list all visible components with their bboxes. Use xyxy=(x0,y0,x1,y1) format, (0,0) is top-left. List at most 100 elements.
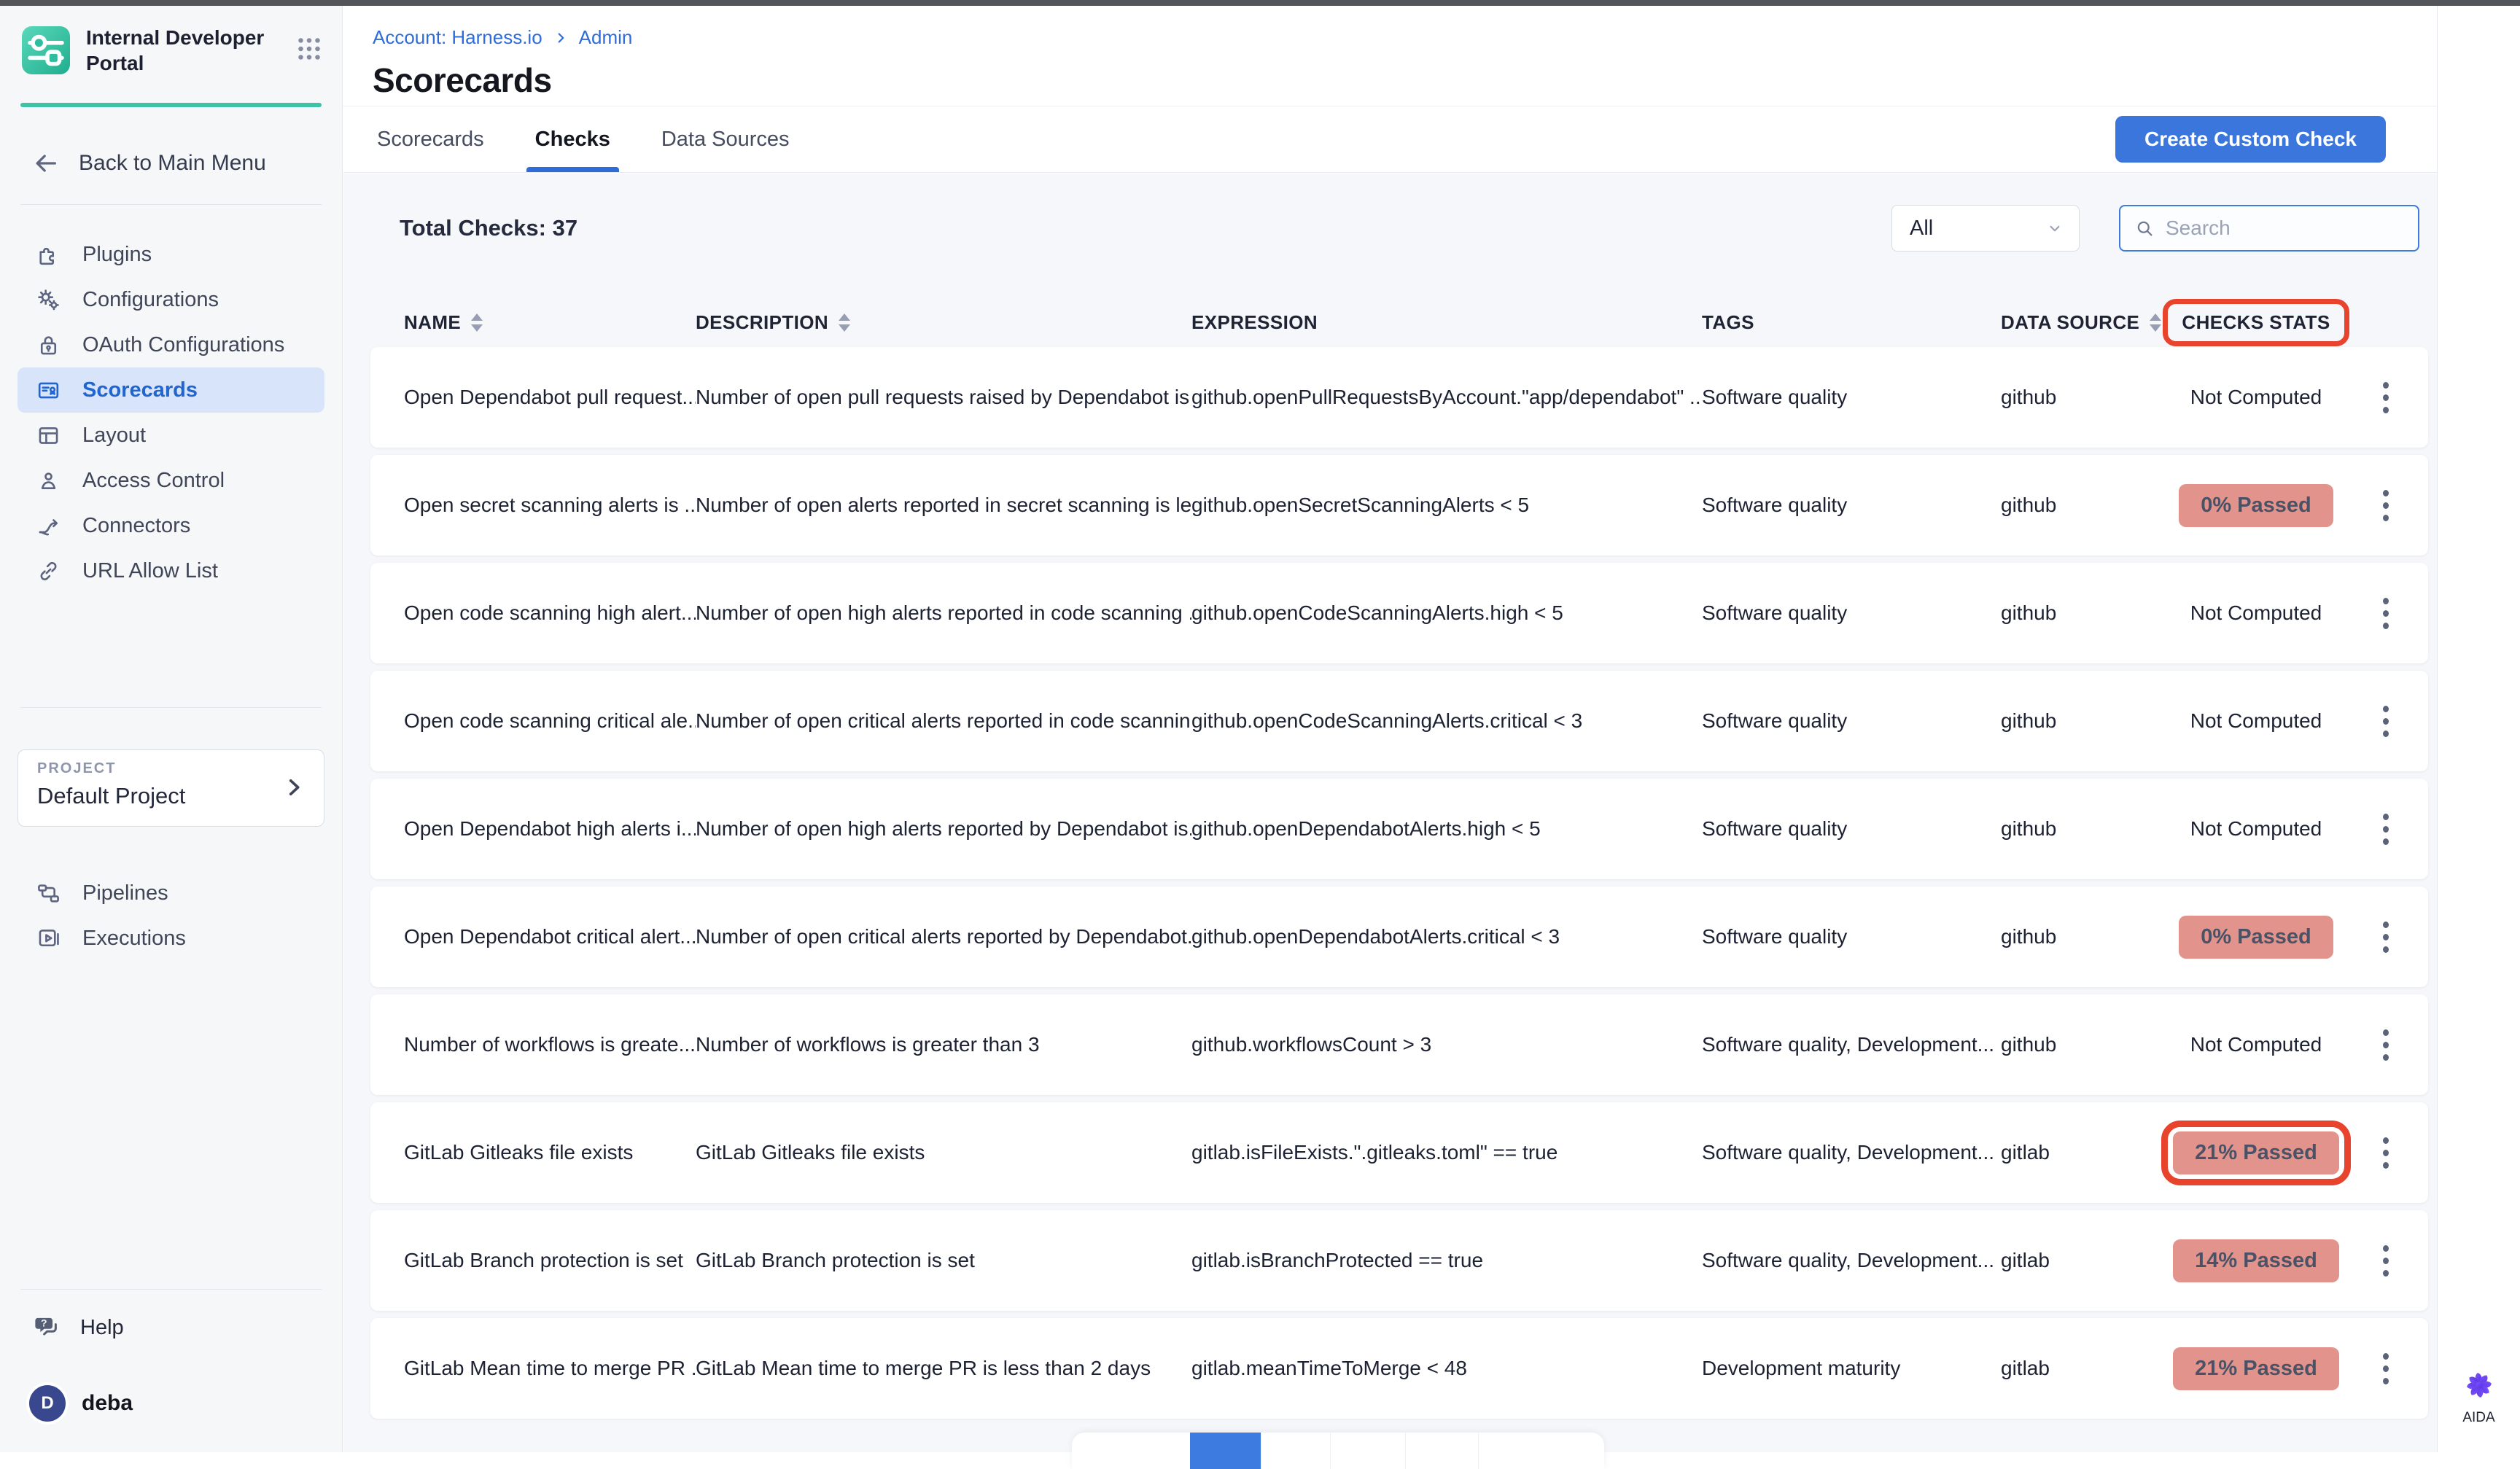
window-top-bar xyxy=(0,0,2520,6)
toolbar: Total Checks: 37 All xyxy=(400,205,2419,252)
sidebar-item-access-control[interactable]: Access Control xyxy=(18,458,324,503)
table-row[interactable]: Open code scanning critical ale...Number… xyxy=(370,671,2428,771)
sidebar-item-executions[interactable]: Executions xyxy=(18,916,324,961)
breadcrumb-link[interactable]: Account: Harness.io xyxy=(373,26,542,49)
table-row[interactable]: Number of workflows is greate...Number o… xyxy=(370,994,2428,1095)
tab-bar: Scorecards Checks Data Sources Create Custo… xyxy=(343,106,2437,173)
app-grid-icon[interactable] xyxy=(292,32,326,69)
pagination-segment[interactable] xyxy=(1072,1433,1190,1469)
table-row[interactable]: Open secret scanning alerts is ...Number… xyxy=(370,455,2428,556)
row-menu-icon[interactable] xyxy=(2365,921,2406,953)
tab-checks[interactable]: Checks xyxy=(531,106,615,172)
filter-select[interactable]: All xyxy=(1891,205,2080,252)
row-menu-icon[interactable] xyxy=(2365,1137,2406,1169)
back-to-main-menu[interactable]: Back to Main Menu xyxy=(31,149,266,178)
check-description: Number of open pull requests raised by D… xyxy=(696,386,1191,409)
row-menu-icon[interactable] xyxy=(2365,1353,2406,1384)
check-data-source: gitlab xyxy=(2001,1141,2147,1164)
table-row[interactable]: Open Dependabot high alerts i...Number o… xyxy=(370,779,2428,879)
check-description: Number of open high alerts reported in c… xyxy=(696,601,1191,625)
status-text: Not Computed xyxy=(2190,1033,2322,1056)
tab-scorecards[interactable]: Scorecards xyxy=(373,106,489,172)
sidebar-item-label: Configurations xyxy=(82,288,219,312)
status-badge: 0% Passed xyxy=(2179,484,2333,527)
pagination-segment[interactable] xyxy=(1478,1433,1604,1469)
help-button[interactable]: ? Help xyxy=(32,1312,124,1343)
sidebar-item-plugins[interactable]: Plugins xyxy=(18,232,324,277)
svg-text:?: ? xyxy=(41,1317,47,1329)
column-label: CHECKS STATS xyxy=(2182,311,2330,334)
tab-data-sources[interactable]: Data Sources xyxy=(657,106,794,172)
column-header-description: DESCRIPTION xyxy=(696,311,1191,334)
pagination-active-page[interactable] xyxy=(1190,1433,1261,1469)
search-input[interactable] xyxy=(2166,217,2405,240)
check-tags: Software quality, Development... xyxy=(1702,1249,2001,1272)
aida-button[interactable]: AIDA xyxy=(2438,1366,2520,1426)
row-menu-icon[interactable] xyxy=(2365,1029,2406,1061)
check-expression: gitlab.isFileExists.".gitleaks.toml" == … xyxy=(1191,1141,1702,1164)
sidebar-item-pipelines[interactable]: Pipelines xyxy=(18,870,324,916)
column-header-checks-stats: CHECKS STATS xyxy=(2147,311,2365,334)
pagination-segment[interactable] xyxy=(1261,1433,1330,1469)
sidebar-item-oauth-configurations[interactable]: OAuth Configurations xyxy=(18,322,324,367)
checks-stats-cell: 0% Passed xyxy=(2147,484,2365,527)
aida-flower-icon xyxy=(2460,1366,2498,1404)
check-tags: Software quality xyxy=(1702,709,2001,733)
pagination xyxy=(1072,1433,1604,1469)
sidebar-item-scorecards[interactable]: Scorecards xyxy=(18,367,324,413)
check-name: Open code scanning high alert... xyxy=(404,601,696,625)
pagination-segment[interactable] xyxy=(1405,1433,1478,1469)
project-name: Default Project xyxy=(37,783,305,809)
breadcrumb-link[interactable]: Admin xyxy=(579,26,633,49)
sidebar-item-configurations[interactable]: Configurations xyxy=(18,277,324,322)
check-name: GitLab Gitleaks file exists xyxy=(404,1141,696,1164)
divider xyxy=(20,204,322,205)
sidebar-item-url-allow-list[interactable]: URL Allow List xyxy=(18,548,324,593)
check-expression: gitlab.meanTimeToMerge < 48 xyxy=(1191,1357,1702,1380)
sidebar-item-connectors[interactable]: Connectors xyxy=(18,503,324,548)
row-menu-icon[interactable] xyxy=(2365,814,2406,845)
sort-icon[interactable] xyxy=(839,313,850,332)
sort-icon[interactable] xyxy=(471,313,483,332)
row-menu-icon[interactable] xyxy=(2365,1245,2406,1277)
avatar: D xyxy=(29,1385,66,1422)
table-row[interactable]: GitLab Branch protection is setGitLab Br… xyxy=(370,1210,2428,1311)
check-expression: github.openCodeScanningAlerts.critical <… xyxy=(1191,709,1702,733)
check-data-source: github xyxy=(2001,709,2147,733)
row-menu-icon[interactable] xyxy=(2365,382,2406,413)
check-tags: Development maturity xyxy=(1702,1357,2001,1380)
table-row[interactable]: Open Dependabot critical alert...Number … xyxy=(370,887,2428,987)
checks-stats-cell: Not Computed xyxy=(2147,709,2365,733)
row-menu-icon[interactable] xyxy=(2365,706,2406,737)
check-expression: github.openDependabotAlerts.high < 5 xyxy=(1191,817,1702,841)
table-row[interactable]: Open Dependabot pull request...Number of… xyxy=(370,347,2428,448)
aida-label: AIDA xyxy=(2462,1410,2494,1426)
user-menu[interactable]: D deba xyxy=(29,1385,133,1422)
row-menu-icon[interactable] xyxy=(2365,598,2406,629)
table-row[interactable]: GitLab Gitleaks file existsGitLab Gitlea… xyxy=(370,1102,2428,1203)
checks-stats-cell: 21% Passed xyxy=(2147,1131,2365,1174)
project-selector[interactable]: PROJECT Default Project xyxy=(18,749,324,827)
column-label: DESCRIPTION xyxy=(696,311,828,334)
check-expression: github.openDependabotAlerts.critical < 3 xyxy=(1191,925,1702,948)
check-description: Number of workflows is greater than 3 xyxy=(696,1033,1191,1056)
total-checks-label: Total Checks: 37 xyxy=(400,215,578,241)
checks-stats-cell: Not Computed xyxy=(2147,386,2365,409)
status-badge: 21% Passed xyxy=(2173,1347,2339,1390)
check-expression: github.workflowsCount > 3 xyxy=(1191,1033,1702,1056)
pagination-segment[interactable] xyxy=(1330,1433,1405,1469)
check-tags: Software quality xyxy=(1702,817,2001,841)
sidebar-item-label: Executions xyxy=(82,927,186,951)
check-name: GitLab Branch protection is set xyxy=(404,1249,696,1272)
table-row[interactable]: GitLab Mean time to merge PR ...GitLab M… xyxy=(370,1318,2428,1419)
play-icon xyxy=(35,925,62,952)
sidebar-item-layout[interactable]: Layout xyxy=(18,413,324,458)
status-badge: 21% Passed xyxy=(2173,1131,2339,1174)
table-row[interactable]: Open code scanning high alert...Number o… xyxy=(370,563,2428,663)
sort-icon[interactable] xyxy=(2150,313,2161,332)
check-name: Open Dependabot high alerts i... xyxy=(404,817,696,841)
row-menu-icon[interactable] xyxy=(2365,490,2406,521)
checks-stats-cell: Not Computed xyxy=(2147,601,2365,625)
create-custom-check-button[interactable]: Create Custom Check xyxy=(2115,116,2386,163)
check-tags: Software quality xyxy=(1702,386,2001,409)
